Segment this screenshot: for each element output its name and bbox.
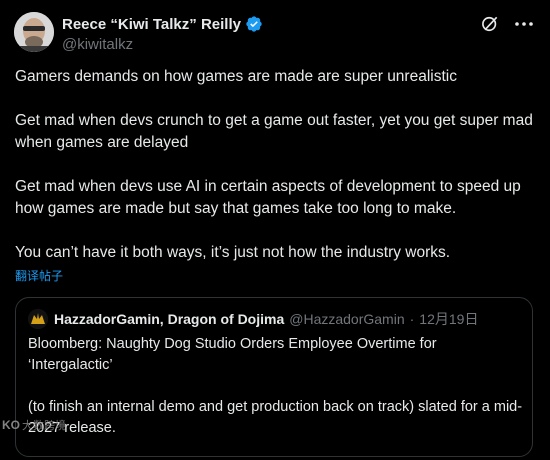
tweet-header: Reece “Kiwi Talkz” Reilly @kiwitalkz (14, 12, 536, 56)
author-display-name[interactable]: Reece “Kiwi Talkz” Reilly (62, 16, 241, 33)
tweet-paragraph: You can’t have it both ways, it’s just n… (15, 244, 451, 261)
verified-badge-icon (246, 16, 262, 32)
grok-icon[interactable] (480, 14, 500, 34)
watermark: KO 大数跨境 (2, 417, 66, 433)
translate-post-link[interactable]: 翻译帖子 (15, 267, 63, 284)
tweet-paragraph: Get mad when devs use AI in certain aspe… (15, 178, 526, 217)
quoted-tweet-header: HazzadorGamin, Dragon of Dojima @Hazzado… (28, 309, 478, 329)
quoted-author-name[interactable]: HazzadorGamin, Dragon of Dojima (54, 311, 284, 327)
watermark-text: 大数跨境 (22, 420, 66, 432)
tweet-paragraph: Get mad when devs crunch to get a game o… (15, 112, 538, 151)
meta-separator: · (409, 311, 415, 327)
tweet-paragraph: Gamers demands on how games are made are… (15, 68, 457, 85)
more-icon[interactable] (512, 14, 536, 34)
quoted-paragraph: Bloomberg: Naughty Dog Studio Orders Emp… (28, 336, 437, 373)
watermark-logo: KO (2, 418, 20, 432)
author-avatar[interactable] (14, 12, 54, 52)
author-info: Reece “Kiwi Talkz” Reilly @kiwitalkz (62, 14, 263, 53)
quoted-author-handle[interactable]: @HazzadorGamin (289, 311, 404, 327)
quoted-tweet-date[interactable]: 12月19日 (419, 309, 478, 329)
quoted-paragraph: (to finish an internal demo and get prod… (28, 399, 523, 436)
quoted-tweet-card[interactable]: HazzadorGamin, Dragon of Dojima @Hazzado… (15, 297, 533, 457)
author-handle[interactable]: @kiwitalkz (62, 36, 263, 53)
tweet-body: Gamers demands on how games are made are… (15, 66, 535, 264)
quoted-tweet-body: Bloomberg: Naughty Dog Studio Orders Emp… (28, 334, 524, 460)
quoted-author-avatar[interactable] (28, 309, 48, 329)
